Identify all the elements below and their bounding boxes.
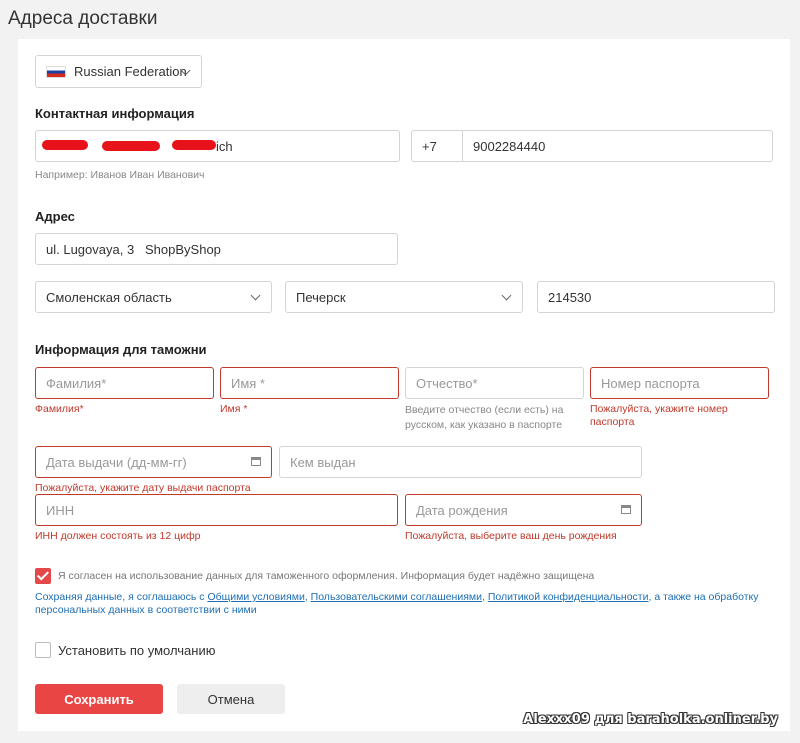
calendar-icon[interactable] xyxy=(621,505,631,514)
firstname-input[interactable]: Имя * xyxy=(220,367,399,399)
redaction-mark xyxy=(172,140,216,150)
street-value: ul. Lugovaya, 3 ShopByShop xyxy=(46,241,221,257)
inn-input[interactable]: ИНН xyxy=(35,494,398,526)
zip-value: 214530 xyxy=(548,289,592,305)
address-form-card: Russian Federation Контактная информация… xyxy=(18,39,790,731)
customs-heading: Информация для таможни xyxy=(35,342,207,357)
city-value: Печерск xyxy=(296,289,346,305)
save-button[interactable]: Сохранить xyxy=(35,684,163,714)
general-terms-link[interactable]: Общими условиями xyxy=(207,591,304,603)
phone-code-value: +7 xyxy=(422,138,437,154)
patronymic-placeholder: Отчество* xyxy=(416,375,478,391)
default-address-label[interactable]: Установить по умолчанию xyxy=(58,643,215,658)
consent-prefix: Сохраняя данные, я соглашаюсь с xyxy=(35,591,208,603)
firstname-placeholder: Имя * xyxy=(231,375,265,391)
street-input[interactable]: ul. Lugovaya, 3 ShopByShop xyxy=(35,233,398,265)
consent-text: Я согласен на использование данных для т… xyxy=(58,570,595,582)
lastname-placeholder: Фамилия* xyxy=(46,375,107,391)
phone-number-value: 9002284440 xyxy=(473,138,546,154)
patronymic-input[interactable]: Отчество* xyxy=(405,367,584,399)
calendar-icon[interactable] xyxy=(251,457,261,466)
user-agreements-link[interactable]: Пользовательскими соглашениями xyxy=(311,591,482,603)
birth-date-placeholder: Дата рождения xyxy=(416,502,508,518)
watermark: Alexxx09 для baraholka.onliner.by xyxy=(523,712,778,727)
redaction-mark xyxy=(102,141,160,151)
full-name-input[interactable]: ich xyxy=(35,130,400,162)
issued-by-placeholder: Кем выдан xyxy=(290,454,356,470)
full-name-value: ich xyxy=(216,138,233,154)
full-name-hint: Например: Иванов Иван Иванович xyxy=(35,169,205,181)
chevron-down-icon xyxy=(250,290,261,301)
phone-code-input[interactable]: +7 xyxy=(411,130,463,162)
phone-number-input[interactable]: 9002284440 xyxy=(462,130,773,162)
country-value: Russian Federation xyxy=(74,64,187,79)
birth-date-error: Пожалуйста, выберите ваш день рождения xyxy=(405,530,617,542)
inn-placeholder: ИНН xyxy=(46,502,75,518)
issue-date-placeholder: Дата выдачи (дд-мм-гг) xyxy=(46,454,187,470)
region-select[interactable]: Смоленская область xyxy=(35,281,272,313)
consent-checkbox[interactable] xyxy=(35,568,51,584)
patronymic-hint: Введите отчество (если есть) на русском,… xyxy=(405,404,564,431)
lastname-error: Фамилия* xyxy=(35,403,84,415)
zip-input[interactable]: 214530 xyxy=(537,281,775,313)
default-address-checkbox[interactable] xyxy=(35,642,51,658)
birth-date-input[interactable]: Дата рождения xyxy=(405,494,642,526)
cancel-button[interactable]: Отмена xyxy=(177,684,285,714)
address-heading: Адрес xyxy=(35,209,75,224)
chevron-down-icon xyxy=(501,290,512,301)
city-select[interactable]: Печерск xyxy=(285,281,523,313)
passport-number-input[interactable]: Номер паспорта xyxy=(590,367,769,399)
country-select[interactable]: Russian Federation xyxy=(35,55,202,88)
passport-number-error: Пожалуйста, укажите номер паспорта xyxy=(590,403,728,428)
passport-number-placeholder: Номер паспорта xyxy=(601,375,700,391)
inn-error: ИНН должен состоять из 12 цифр xyxy=(35,530,201,542)
issued-by-input[interactable]: Кем выдан xyxy=(279,446,642,478)
issue-date-input[interactable]: Дата выдачи (дд-мм-гг) xyxy=(35,446,272,478)
page-title: Адреса доставки xyxy=(8,8,158,29)
contact-heading: Контактная информация xyxy=(35,106,195,121)
firstname-error: Имя * xyxy=(220,403,248,415)
lastname-input[interactable]: Фамилия* xyxy=(35,367,214,399)
privacy-policy-link[interactable]: Политикой конфиденциальности xyxy=(488,591,649,603)
russia-flag-icon xyxy=(46,65,66,78)
region-value: Смоленская область xyxy=(46,289,172,305)
consent-subtext: Сохраняя данные, я соглашаюсь с Общими у… xyxy=(35,591,775,617)
redaction-mark xyxy=(42,140,88,150)
